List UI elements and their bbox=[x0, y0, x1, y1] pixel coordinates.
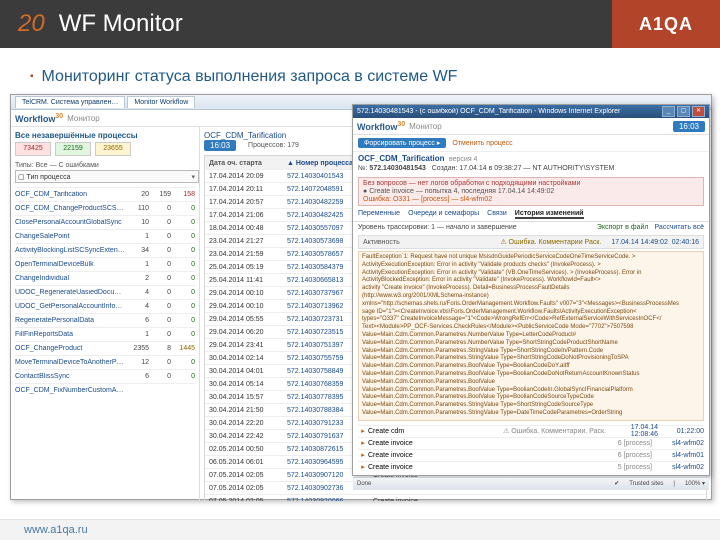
process-type-row[interactable]: ContactBlissSync600 bbox=[15, 369, 195, 383]
popup-window: 572.14030481543 - (с ошибкой) OCF_CDM_Ta… bbox=[352, 104, 710, 476]
activity-row[interactable]: ▸Create invoice6 [process]sl4-wfm01 bbox=[358, 449, 704, 461]
trusted-icon: ✔ bbox=[614, 480, 619, 487]
process-type-row[interactable]: OCF_CDM_FixNumberCustomActions bbox=[15, 383, 195, 397]
ie-titlebar: 572.14030481543 - (с ошибкой) OCF_CDM_Ta… bbox=[353, 105, 709, 118]
zoom-select[interactable]: 100% ▾ bbox=[685, 480, 705, 487]
tab-monitor[interactable]: Monitor Workflow bbox=[127, 96, 195, 108]
clock-badge[interactable]: 16:03 bbox=[673, 121, 705, 132]
logo-block: A1QA bbox=[612, 0, 720, 48]
process-type-row[interactable]: OCF_CDM_ChangeProductSCSmsContent11000 bbox=[15, 201, 195, 215]
process-type-row[interactable]: OpenTerminalDeviceBulk100 bbox=[15, 257, 195, 271]
process-type-row[interactable]: ClosePersonalAccountGlobalSync1000 bbox=[15, 215, 195, 229]
cancel-process-button[interactable]: Отменить процесс bbox=[452, 140, 512, 147]
types-label: Типы: Все — С ошибками bbox=[15, 162, 195, 169]
slide-number: 20 bbox=[18, 10, 45, 38]
process-type-row[interactable]: ActivityBlockingListSCSyncExtension3400 bbox=[15, 243, 195, 257]
error-trace: FaultException`1: Request have not uniqu… bbox=[358, 251, 704, 421]
section: Монитор bbox=[67, 114, 100, 123]
popup-breadcrumb: OCF_CDM_Tarification версия 4 bbox=[353, 152, 709, 165]
logo-text: A1QA bbox=[639, 14, 693, 35]
proc-count: Процессов: 179 bbox=[248, 142, 299, 149]
ie-statusbar: Done ✔Trusted sites |100% ▾ bbox=[353, 477, 709, 490]
activity-row[interactable]: ▸Create cdm⚠ Ошибка. Комментарии. Раск.1… bbox=[358, 425, 704, 437]
detail-tab[interactable]: Очереди и семафоры bbox=[408, 210, 479, 219]
process-type-row[interactable]: OCF_CDM_Tarification20159158 bbox=[15, 187, 195, 201]
count-red[interactable]: 73425 bbox=[15, 142, 51, 156]
clock-badge-2[interactable]: 16:03 bbox=[204, 140, 236, 151]
recalc-link[interactable]: Рассчитать всё bbox=[654, 224, 704, 231]
alert-box: Без вопросов — нет логов обработки с под… bbox=[358, 177, 704, 206]
count-green[interactable]: 22159 bbox=[55, 142, 91, 156]
trace-level: Уровень трассировки: 1 — начало и заверш… bbox=[353, 222, 709, 233]
activity-row[interactable]: ▸Create invoice6 [process]sl4-wfm02 bbox=[358, 437, 704, 449]
brand: Workflow30 bbox=[15, 113, 63, 124]
left-panel: Все незавершённые процессы 73425 22159 2… bbox=[11, 127, 200, 501]
type-select[interactable]: ▢ Тип процесса bbox=[15, 170, 199, 183]
process-type-row[interactable]: OCF_ChangeProduct235581445 bbox=[15, 341, 195, 355]
process-type-row[interactable]: UDOC_GetPersonalAccountInfomRegion400 bbox=[15, 299, 195, 313]
id-line: №: 572.14030481543 Создан: 17.04.14 в 09… bbox=[353, 165, 709, 175]
process-type-row[interactable]: ChangeIndividual200 bbox=[15, 271, 195, 285]
bullet-text: Мониторинг статуса выполнения запроса в … bbox=[30, 68, 720, 86]
process-type-row[interactable]: RegeneratePersonalData600 bbox=[15, 313, 195, 327]
process-type-row[interactable]: FillFinReportsData100 bbox=[15, 327, 195, 341]
process-row[interactable]: 07.05.2014 02:05572.14030920066Create in… bbox=[205, 494, 706, 501]
detail-tabs: Переменные Очереди и семафоры Связи История… bbox=[353, 208, 709, 222]
process-type-row[interactable]: ChangeSalePoint100 bbox=[15, 229, 195, 243]
ie-title-text: 572.14030481543 - (с ошибкой) OCF_CDM_Ta… bbox=[357, 108, 662, 115]
brand: Workflow30 bbox=[357, 121, 405, 132]
export-link[interactable]: Экспорт в файл bbox=[597, 224, 649, 231]
counts: 73425 22159 23655 bbox=[15, 142, 195, 156]
popup-wf-header: Workflow30 Монитор 16:03 bbox=[353, 118, 709, 135]
detail-tab[interactable]: История изменений bbox=[515, 210, 584, 219]
max-icon[interactable]: ▢ bbox=[677, 106, 690, 117]
left-head[interactable]: Все незавершённые процессы bbox=[15, 131, 195, 140]
topbar: 20 WF Monitor A1QA bbox=[0, 0, 720, 48]
footer-url: www.a1qa.ru bbox=[24, 524, 88, 536]
process-type-row[interactable]: UDOC_RegenerateUasiedDocumentList400 bbox=[15, 285, 195, 299]
close-icon[interactable]: ✕ bbox=[692, 106, 705, 117]
footer: www.a1qa.ru bbox=[0, 519, 720, 540]
slide: 20 WF Monitor A1QA Мониторинг статуса вы… bbox=[0, 0, 720, 540]
min-icon[interactable]: _ bbox=[662, 106, 675, 117]
activity-row[interactable]: ▸Create invoice5 [process]sl4-wfm02 bbox=[358, 461, 704, 473]
process-type-row[interactable]: MoveTerminalDeviceToAnotherPersonalA…120… bbox=[15, 355, 195, 369]
force-process-button[interactable]: Форсировать процесс ▸ bbox=[358, 138, 446, 148]
screenshot-area: TelCRM. Система управлен… Monitor Workfl… bbox=[10, 94, 710, 504]
activity-header: Активность⚠ Ошибка. Комментарии Раск.17.… bbox=[358, 235, 704, 249]
detail-tab[interactable]: Связи bbox=[487, 210, 507, 219]
count-yellow[interactable]: 23655 bbox=[95, 142, 131, 156]
tab-telcrm[interactable]: TelCRM. Система управлен… bbox=[15, 96, 125, 108]
detail-tab[interactable]: Переменные bbox=[358, 210, 400, 219]
slide-title: WF Monitor bbox=[59, 10, 183, 38]
